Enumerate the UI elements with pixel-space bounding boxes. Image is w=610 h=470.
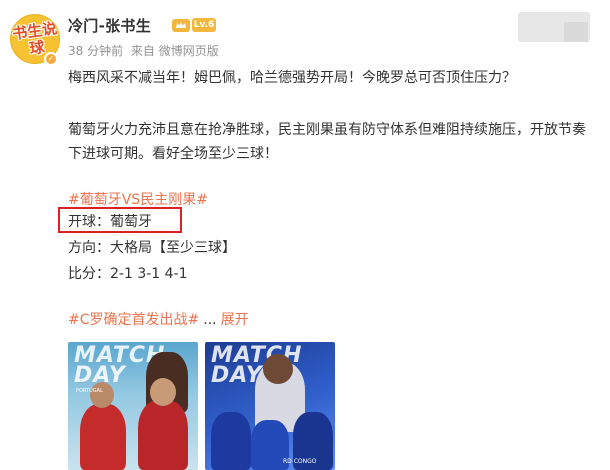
post-paragraph-1: 梅西风采不减当年！姆巴佩，哈兰德强势开局！今晚罗总可否顶住压力？ [68, 70, 516, 86]
post-paragraph-2: 葡萄牙火力充沛且意在抢净胜球，民主刚果虽有防守体系但难阻持续施压，开放节奏下进球… [68, 122, 586, 162]
direction-line: 方向：大格局【至少三球】 [68, 240, 236, 256]
post-image-2[interactable]: MATCH DAY RD CONGO [205, 342, 335, 470]
hashtag-link[interactable]: #C罗确定首发出战# [68, 312, 199, 328]
image-2-caption: RD CONGO [283, 458, 317, 465]
player-figure [211, 412, 251, 470]
author-name[interactable]: 冷门-张书生 [68, 15, 151, 36]
player-head [263, 354, 293, 384]
player-figure [80, 404, 126, 470]
post-time[interactable]: 38 分钟前 [68, 44, 123, 58]
level-badge: Lv.6 [192, 18, 216, 32]
player-head [150, 378, 176, 406]
post-image-1[interactable]: MATCH DAY PORTUGAL [68, 342, 198, 470]
score-line: 比分：2-1 3-1 4-1 [68, 266, 188, 282]
post-source: 来自 微博网页版 [130, 44, 219, 58]
vip-crown-icon [172, 19, 190, 32]
player-head [90, 382, 114, 408]
hashtag-row: #C罗确定首发出战#... 展开 [68, 308, 249, 332]
kickoff-line: 开球：葡萄牙 [68, 214, 152, 230]
player-figure [138, 400, 188, 470]
verified-badge-icon: ✓ [44, 52, 58, 66]
image-1-caption: PORTUGAL [76, 388, 103, 394]
expand-link[interactable]: 展开 [221, 312, 249, 328]
follow-button-icon [564, 22, 588, 42]
follow-button[interactable] [518, 12, 590, 42]
ellipsis: ... [203, 312, 217, 328]
post-meta: 38 分钟前 来自 微博网页版 [68, 42, 223, 59]
